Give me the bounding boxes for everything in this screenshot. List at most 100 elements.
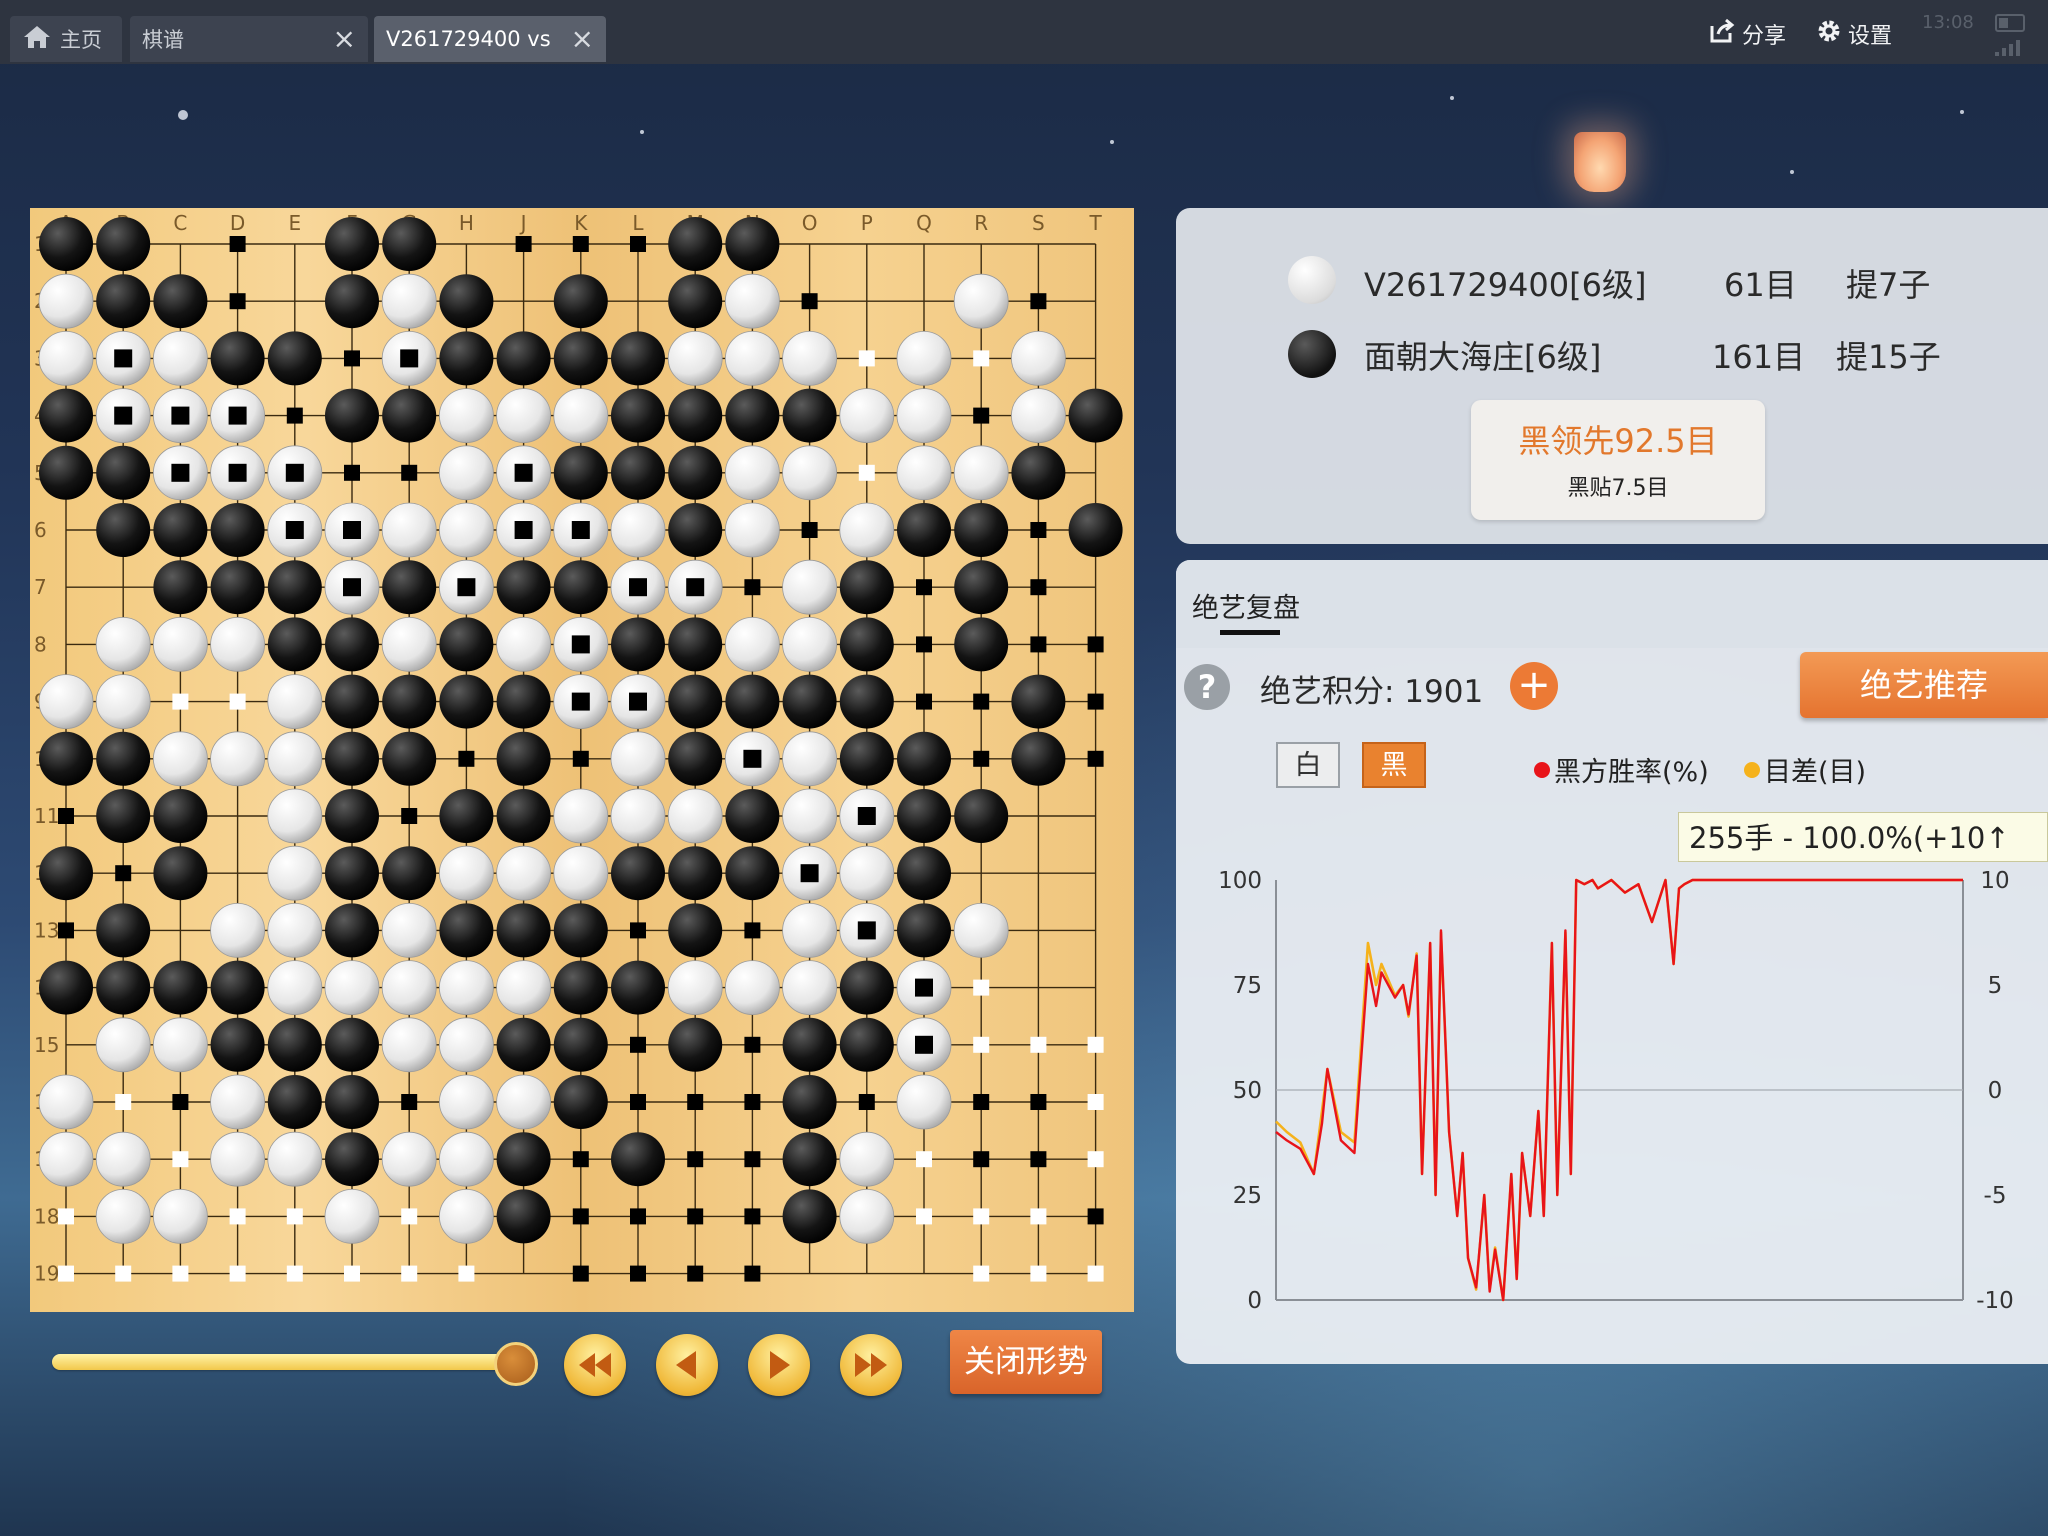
black-territory-marker bbox=[744, 1151, 761, 1168]
tab-qipu[interactable]: 棋谱 × bbox=[130, 16, 368, 62]
next-move-button[interactable] bbox=[748, 1334, 810, 1396]
last-move-button[interactable] bbox=[840, 1334, 902, 1396]
black-stone bbox=[96, 789, 151, 843]
dead-stone-marker bbox=[457, 578, 476, 597]
winrate-chart[interactable]: 0 25 50 75 100 -10 -5 0 5 10 bbox=[1176, 860, 2048, 1340]
white-territory-marker bbox=[1030, 1208, 1047, 1225]
dead-stone-marker bbox=[343, 521, 361, 539]
black-stone bbox=[668, 674, 723, 729]
white-stone bbox=[152, 616, 208, 672]
go-board-grid[interactable]: ABCDEFGHJKLMNOPQRST123456789101112131415… bbox=[30, 208, 1134, 1312]
black-territory-marker bbox=[630, 1208, 646, 1225]
white-stone bbox=[896, 445, 952, 501]
black-stone bbox=[611, 1132, 665, 1187]
white-stone bbox=[438, 388, 494, 444]
white-stone bbox=[95, 1189, 151, 1244]
black-stone bbox=[668, 445, 723, 500]
prev-move-button[interactable] bbox=[656, 1334, 718, 1396]
sky-lantern-decoration bbox=[1574, 132, 1626, 192]
black-stone bbox=[668, 1017, 723, 1072]
tab-analysis[interactable]: 绝艺复盘 bbox=[1192, 586, 1300, 625]
close-tab-icon[interactable]: × bbox=[333, 22, 356, 55]
black-territory-marker bbox=[744, 1208, 761, 1225]
black-view-button[interactable]: 黑 bbox=[1362, 742, 1426, 788]
close-tab-icon[interactable]: × bbox=[571, 22, 594, 55]
white-stone bbox=[725, 445, 780, 501]
dead-stone-marker bbox=[915, 978, 933, 997]
dead-stone-marker bbox=[114, 349, 133, 368]
black-territory-marker bbox=[572, 1151, 589, 1168]
white-stone bbox=[782, 445, 837, 501]
black-stone bbox=[210, 503, 265, 557]
tab-game[interactable]: V261729400 vs × bbox=[374, 16, 606, 62]
white-stone bbox=[381, 616, 437, 672]
black-stone bbox=[96, 274, 151, 329]
tab-game-label: V261729400 vs bbox=[386, 27, 551, 51]
share-button[interactable]: 分享 bbox=[1708, 18, 1786, 50]
white-stone-icon bbox=[1288, 256, 1336, 304]
black-stone bbox=[210, 560, 265, 615]
go-board[interactable]: ABCDEFGHJKLMNOPQRST123456789101112131415… bbox=[30, 208, 1134, 1312]
black-stone bbox=[782, 674, 837, 729]
white-territory-marker bbox=[1087, 1036, 1104, 1053]
black-territory-marker bbox=[1087, 693, 1104, 710]
dead-stone-marker bbox=[228, 463, 247, 482]
white-captures: 提7子 bbox=[1846, 266, 1931, 304]
black-territory-marker bbox=[744, 1094, 761, 1110]
white-stone bbox=[267, 903, 323, 958]
white-stone bbox=[553, 845, 609, 901]
recommend-button[interactable]: 绝艺推荐 bbox=[1800, 652, 2048, 718]
col-label: R bbox=[974, 211, 988, 235]
black-territory-marker bbox=[801, 522, 818, 538]
move-slider-track[interactable] bbox=[52, 1354, 518, 1370]
white-stone bbox=[496, 1074, 552, 1130]
black-territory-marker bbox=[1030, 636, 1047, 653]
black-stone bbox=[382, 731, 437, 786]
settings-button[interactable]: 设置 bbox=[1816, 18, 1892, 50]
dead-stone-marker bbox=[400, 349, 419, 368]
black-territory-marker bbox=[744, 1036, 761, 1053]
white-stone bbox=[782, 731, 837, 787]
white-stone bbox=[152, 1189, 208, 1244]
white-stone bbox=[839, 388, 895, 444]
move-slider-thumb[interactable] bbox=[494, 1342, 538, 1386]
white-stone bbox=[782, 616, 837, 672]
white-territory-marker bbox=[172, 1265, 189, 1282]
white-view-button[interactable]: 白 bbox=[1276, 742, 1340, 788]
white-stone bbox=[1011, 330, 1066, 386]
white-stone bbox=[782, 903, 837, 958]
col-label: P bbox=[861, 211, 873, 235]
black-stone bbox=[325, 617, 379, 672]
black-stone bbox=[668, 217, 723, 271]
white-stone bbox=[210, 1074, 266, 1130]
white-territory-marker bbox=[172, 1151, 189, 1168]
row-label: 18 bbox=[34, 1204, 59, 1228]
black-stone-icon bbox=[1288, 330, 1336, 378]
dead-stone-marker bbox=[800, 864, 819, 883]
close-situation-button[interactable]: 关闭形势 bbox=[950, 1330, 1102, 1394]
black-stone bbox=[496, 560, 551, 615]
white-stone bbox=[725, 330, 780, 386]
black-stone bbox=[897, 503, 951, 557]
y-tick-label: 0 bbox=[1247, 1288, 1262, 1314]
dead-stone-marker bbox=[857, 807, 876, 825]
black-stone bbox=[325, 846, 379, 901]
white-territory-marker bbox=[229, 1208, 246, 1225]
row-label: 15 bbox=[34, 1033, 59, 1057]
black-stone bbox=[897, 731, 951, 786]
white-stone bbox=[152, 330, 208, 386]
black-stone bbox=[496, 731, 551, 786]
tab-home[interactable]: 主页 bbox=[10, 16, 122, 62]
white-stone bbox=[324, 1189, 380, 1244]
col-label: K bbox=[574, 211, 588, 235]
white-stone bbox=[210, 1131, 266, 1187]
black-territory-marker bbox=[229, 293, 246, 310]
black-territory-marker bbox=[115, 865, 132, 882]
first-move-button[interactable] bbox=[564, 1334, 626, 1396]
add-score-button[interactable]: + bbox=[1510, 662, 1558, 710]
black-stone bbox=[153, 789, 208, 843]
share-label: 分享 bbox=[1742, 24, 1787, 49]
col-label: O bbox=[802, 211, 818, 235]
help-icon[interactable]: ? bbox=[1184, 664, 1230, 710]
white-stone bbox=[38, 330, 94, 386]
